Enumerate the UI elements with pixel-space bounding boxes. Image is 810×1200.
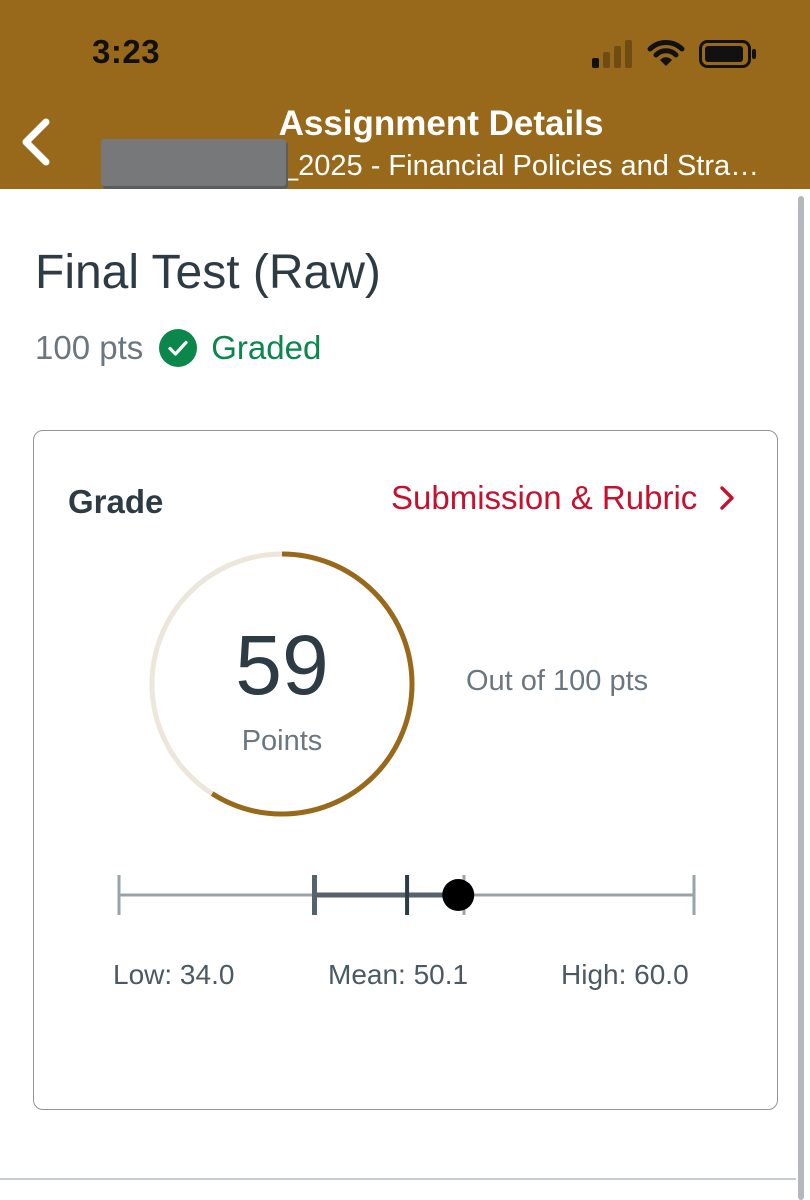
high-stat: High: 60.0	[561, 959, 689, 990]
redaction-block	[101, 139, 286, 186]
out-of-label: Out of 100 pts	[466, 665, 649, 697]
divider	[0, 1178, 796, 1180]
score-value: 59	[235, 618, 329, 712]
page-title: Assignment Details	[278, 104, 604, 143]
wifi-icon	[647, 40, 685, 66]
grade-label: Grade	[68, 483, 164, 520]
status-time: 3:23	[92, 33, 161, 70]
low-stat: Low: 34.0	[113, 959, 235, 990]
submission-rubric-link[interactable]: Submission & Rubric	[391, 479, 738, 517]
mean-stat: Mean: 50.1	[328, 959, 469, 990]
your-score-marker	[442, 879, 475, 911]
score-unit: Points	[241, 725, 323, 757]
battery-icon	[699, 40, 756, 68]
assignment-meta: 100 pts Graded	[35, 326, 321, 370]
course-subtitle: _2025 - Financial Policies and Stra…	[282, 150, 760, 182]
app-header: 3:23 Assignment Details _2025 - Financia…	[0, 0, 810, 189]
cellular-signal-icon	[592, 40, 632, 68]
assignment-title: Final Test (Raw)	[35, 246, 381, 299]
checkmark-circle-icon	[159, 329, 198, 367]
scrollbar[interactable]	[798, 196, 804, 1200]
chevron-right-icon	[720, 486, 735, 510]
grade-card: Grade Submission & Rubric 59 Points Out …	[33, 430, 778, 1110]
graded-status: Graded	[211, 329, 322, 366]
submission-rubric-label: Submission & Rubric	[391, 479, 698, 516]
score-distribution	[117, 875, 696, 915]
points-possible: 100 pts	[35, 329, 144, 366]
